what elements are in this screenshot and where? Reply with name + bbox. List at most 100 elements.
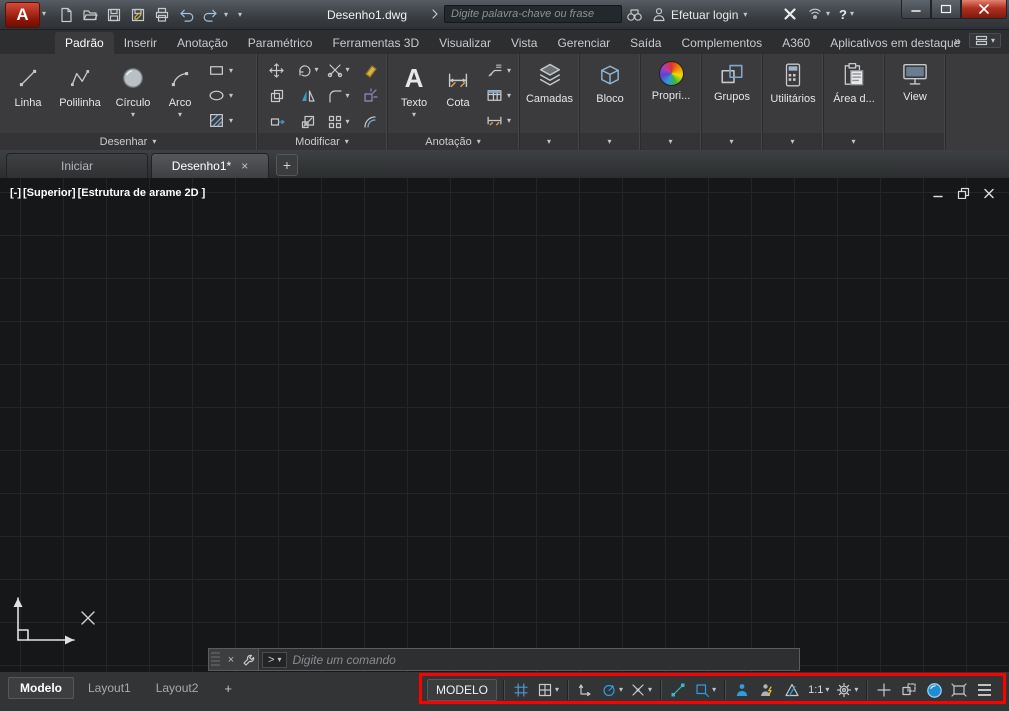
workspace-switch-button[interactable]: ▾ [834, 678, 860, 702]
plot-button[interactable] [152, 6, 172, 24]
command-customize-button[interactable] [240, 649, 258, 670]
ribbon-tab-saida[interactable]: Saída [620, 32, 671, 54]
mirror-tool-button[interactable] [292, 83, 323, 109]
explode-tool-button[interactable] [354, 83, 385, 109]
snap-mode-button[interactable]: ▾ [535, 678, 561, 702]
table-tool-button[interactable]: ▾ [486, 85, 511, 106]
command-line-grip[interactable] [211, 652, 220, 667]
circle-dropdown-icon[interactable]: ▾ [131, 111, 135, 119]
erase-tool-button[interactable] [354, 57, 385, 83]
move-tool-button[interactable] [261, 57, 292, 83]
polyline-tool-button[interactable]: Polilinha [52, 56, 108, 133]
new-layout-button[interactable]: + [218, 679, 238, 698]
layout-tab-modelo[interactable]: Modelo [8, 677, 74, 699]
viewport-visual-style-control[interactable]: [Estrutura de arame 2D ] [77, 187, 207, 199]
line-tool-button[interactable]: Linha [4, 56, 52, 133]
command-line-close-button[interactable]: × [222, 649, 240, 670]
panel-title-desenhar[interactable]: Desenhar ▾ [0, 133, 256, 150]
viewport-controls-toggle[interactable]: [-] [9, 187, 22, 199]
groups-button[interactable]: Grupos [702, 54, 762, 133]
ribbon-tab-inserir[interactable]: Inserir [114, 32, 167, 54]
rotate-tool-button[interactable]: ▾ [292, 57, 323, 83]
layers-button[interactable]: Camadas [520, 54, 579, 133]
ribbon-tab-aplicativos[interactable]: Aplicativos em destaque [820, 32, 970, 54]
save-as-button[interactable] [128, 6, 148, 24]
panel-area-expander[interactable]: ▾ [824, 133, 883, 150]
command-input[interactable] [292, 652, 771, 667]
arc-tool-button[interactable]: Arco ▾ [158, 56, 202, 133]
layout-tab-layout1[interactable]: Layout1 [77, 678, 142, 698]
text-dropdown-icon[interactable]: ▾ [412, 111, 416, 119]
ribbon-tab-a360[interactable]: A360 [772, 32, 820, 54]
polar-tracking-button[interactable]: ▾ [599, 678, 625, 702]
communication-center-button[interactable]: ▾ [807, 7, 830, 22]
file-tab-desenho1[interactable]: Desenho1* × [151, 153, 269, 178]
panel-propriedades-expander[interactable]: ▾ [641, 133, 700, 150]
login-dropdown-icon[interactable]: ▾ [743, 10, 747, 19]
panel-grupos-expander[interactable]: ▾ [702, 133, 761, 150]
circle-tool-button[interactable]: Círculo ▾ [108, 56, 158, 133]
arc-dropdown-icon[interactable]: ▾ [178, 111, 182, 119]
new-drawing-tab-button[interactable]: + [276, 154, 298, 176]
copy-tool-button[interactable] [261, 83, 292, 109]
leader-tool-button[interactable]: ▾ [486, 60, 511, 81]
maximize-button[interactable] [931, 0, 961, 19]
ribbon-tab-visualizar[interactable]: Visualizar [429, 32, 501, 54]
dimension-style-button[interactable]: ▾ [486, 110, 511, 131]
fillet-tool-button[interactable]: ▾ [323, 83, 354, 109]
utilities-button[interactable]: Utilitários [763, 54, 823, 133]
hatch-tool-button[interactable]: ▾ [208, 110, 233, 131]
ellipse-tool-button[interactable]: ▾ [208, 85, 233, 106]
panel-utilitarios-expander[interactable]: ▾ [763, 133, 822, 150]
offset-tool-button[interactable] [354, 109, 385, 135]
undo-button[interactable] [176, 6, 196, 24]
search-binoculars-icon[interactable] [626, 7, 643, 22]
viewport-scale-button[interactable]: 1:1 ▾ [806, 678, 831, 702]
model-space-button[interactable]: MODELO [427, 679, 498, 701]
search-collapse-icon[interactable] [430, 8, 440, 20]
object-snap-tracking-button[interactable]: ▾ [628, 678, 654, 702]
ortho-mode-button[interactable] [574, 678, 596, 702]
isolate-objects-button[interactable] [898, 678, 920, 702]
ribbon-overflow-icon[interactable]: » [954, 34, 961, 48]
clean-screen-button[interactable] [948, 678, 970, 702]
dimension-tool-button[interactable]: Cota [436, 56, 480, 133]
help-button[interactable]: ? ▾ [839, 7, 854, 22]
ribbon-tab-padrao[interactable]: Padrão [55, 32, 114, 54]
new-file-button[interactable] [56, 6, 76, 24]
hardware-acceleration-button[interactable] [923, 678, 945, 702]
ribbon-tab-ferramentas3d[interactable]: Ferramentas 3D [322, 32, 429, 54]
ribbon-tab-parametrico[interactable]: Paramétrico [238, 32, 323, 54]
file-tab-iniciar[interactable]: Iniciar [6, 153, 148, 178]
minimize-button[interactable] [901, 0, 931, 19]
ribbon-minimize-button[interactable]: ▾ [968, 33, 1001, 48]
file-tab-close-icon[interactable]: × [241, 160, 248, 172]
app-menu-button[interactable]: A [5, 2, 40, 28]
drawing-minimize-icon[interactable] [932, 188, 944, 199]
close-button[interactable] [961, 0, 1007, 19]
block-button[interactable]: Bloco [580, 54, 640, 133]
save-button[interactable] [104, 6, 124, 24]
command-input-area[interactable]: > ▾ [258, 649, 799, 670]
drawing-restore-icon[interactable] [957, 187, 970, 199]
ribbon-tab-gerenciar[interactable]: Gerenciar [547, 32, 620, 54]
layout-tab-layout2[interactable]: Layout2 [145, 678, 210, 698]
exchange-apps-icon[interactable] [782, 6, 798, 22]
ribbon-tab-anotacao[interactable]: Anotação [167, 32, 238, 54]
viewport-view-control[interactable]: [Superior] [22, 187, 77, 199]
qat-customize-icon[interactable]: ▾ [238, 11, 242, 19]
trim-tool-button[interactable]: ▾ [323, 57, 354, 83]
osnap-settings-button[interactable]: ▾ [692, 678, 718, 702]
drawing-canvas[interactable]: [-] [Superior] [Estrutura de arame 2D ] … [0, 178, 1009, 672]
command-prompt-button[interactable]: > ▾ [262, 651, 288, 668]
array-tool-button[interactable]: ▾ [323, 109, 354, 135]
customization-button[interactable] [973, 678, 995, 702]
scale-tool-button[interactable] [292, 109, 323, 135]
panel-bloco-expander[interactable]: ▾ [580, 133, 639, 150]
redo-dropdown-icon[interactable]: ▾ [224, 11, 228, 19]
panel-title-anotacao[interactable]: Anotação ▾ [388, 133, 518, 150]
app-menu-chevron-icon[interactable]: ▾ [42, 10, 46, 18]
annotation-autoscale-button[interactable] [756, 678, 778, 702]
annotation-scale-button[interactable] [781, 678, 803, 702]
drawing-close-icon[interactable] [983, 188, 995, 199]
